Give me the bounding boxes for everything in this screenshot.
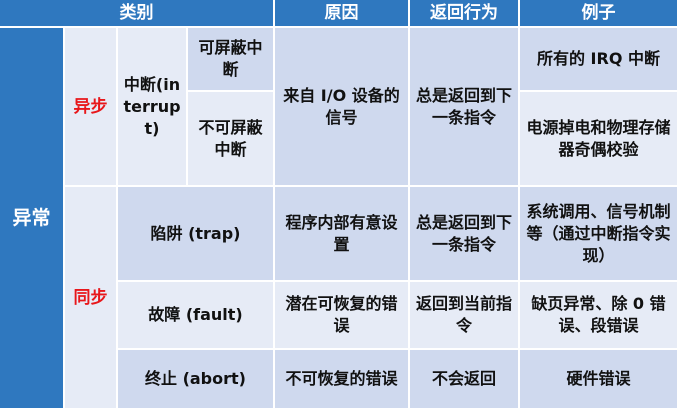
fault-return: 返回到当前指令 (410, 282, 520, 350)
abort-type: 终止 (abort) (118, 350, 275, 408)
abort-reason: 不可恢复的错误 (275, 350, 410, 408)
async-example-maskable: 所有的 IRQ 中断 (520, 28, 677, 92)
exception-side-label: 异常 (0, 28, 65, 408)
abort-return: 不会返回 (410, 350, 520, 408)
trap-example: 系统调用、信号机制等（通过中断指令实现） (520, 187, 677, 282)
fault-type: 故障 (fault) (118, 282, 275, 350)
abort-example: 硬件错误 (520, 350, 677, 408)
fault-example: 缺页异常、除 0 错误、段错误 (520, 282, 677, 350)
header-category: 类别 (0, 0, 275, 28)
trap-return: 总是返回到下一条指令 (410, 187, 520, 282)
interrupt-label: 中断(interrupt) (118, 28, 188, 187)
nonmaskable-interrupt: 不可屏蔽中断 (188, 92, 275, 187)
fault-reason: 潜在可恢复的错误 (275, 282, 410, 350)
async-example-nonmaskable: 电源掉电和物理存储器奇偶校验 (520, 92, 677, 187)
trap-type: 陷阱 (trap) (118, 187, 275, 282)
sync-label: 同步 (65, 187, 118, 408)
exception-table: 类别 原因 返回行为 例子 异常 异步 中断(interrupt) 可屏蔽中断 … (0, 0, 677, 408)
header-return-behavior: 返回行为 (410, 0, 520, 28)
async-label: 异步 (65, 28, 118, 187)
async-reason: 来自 I/O 设备的信号 (275, 28, 410, 187)
maskable-interrupt: 可屏蔽中断 (188, 28, 275, 92)
header-reason: 原因 (275, 0, 410, 28)
async-return: 总是返回到下一条指令 (410, 28, 520, 187)
header-example: 例子 (520, 0, 677, 28)
trap-reason: 程序内部有意设置 (275, 187, 410, 282)
